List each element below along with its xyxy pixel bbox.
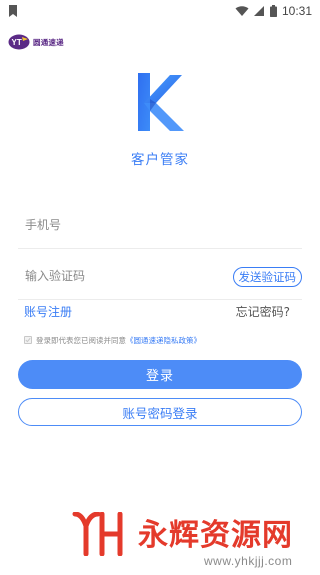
phone-input[interactable] xyxy=(25,201,225,248)
watermark-logo-icon xyxy=(72,512,123,556)
app-logo-icon xyxy=(138,73,184,131)
cellular-signal-icon xyxy=(253,6,264,16)
login-button[interactable]: 登录 xyxy=(18,360,302,389)
brand-header: YT 圆通速递 xyxy=(8,33,64,51)
brand-name: 圆通速递 xyxy=(33,37,64,47)
privacy-policy-link[interactable]: 《圆通速递隐私政策》 xyxy=(126,335,201,346)
status-bar: 10:31 xyxy=(0,0,320,22)
battery-icon xyxy=(269,5,277,17)
agreement-text: 登录即代表您已阅读并同意 xyxy=(36,335,126,345)
agreement-checkbox[interactable] xyxy=(24,336,32,344)
watermark: 永辉资源网 www.yhkjjj.com xyxy=(72,510,302,570)
send-code-button[interactable]: 发送验证码 xyxy=(232,267,302,287)
password-login-button[interactable]: 账号密码登录 xyxy=(18,398,302,426)
brand-logo-text: YT xyxy=(12,38,22,47)
check-icon xyxy=(25,337,31,343)
register-link[interactable]: 账号注册 xyxy=(24,303,72,320)
status-time: 10:31 xyxy=(281,4,312,18)
phone-field xyxy=(18,201,302,249)
verification-code-field: 发送验证码 xyxy=(18,252,302,300)
yto-logo-icon: YT xyxy=(8,34,30,50)
wifi-icon xyxy=(235,6,249,16)
app-title: 客户管家 xyxy=(131,152,189,168)
forgot-password-link[interactable]: 忘记密码? xyxy=(236,303,290,320)
agreement-row: 登录即代表您已阅读并同意 《圆通速递隐私政策》 xyxy=(24,334,201,346)
app-notification-icon xyxy=(9,5,17,17)
verification-code-input[interactable] xyxy=(25,252,225,299)
watermark-url: www.yhkjjj.com xyxy=(204,554,293,568)
watermark-name: 永辉资源网 xyxy=(138,518,293,553)
